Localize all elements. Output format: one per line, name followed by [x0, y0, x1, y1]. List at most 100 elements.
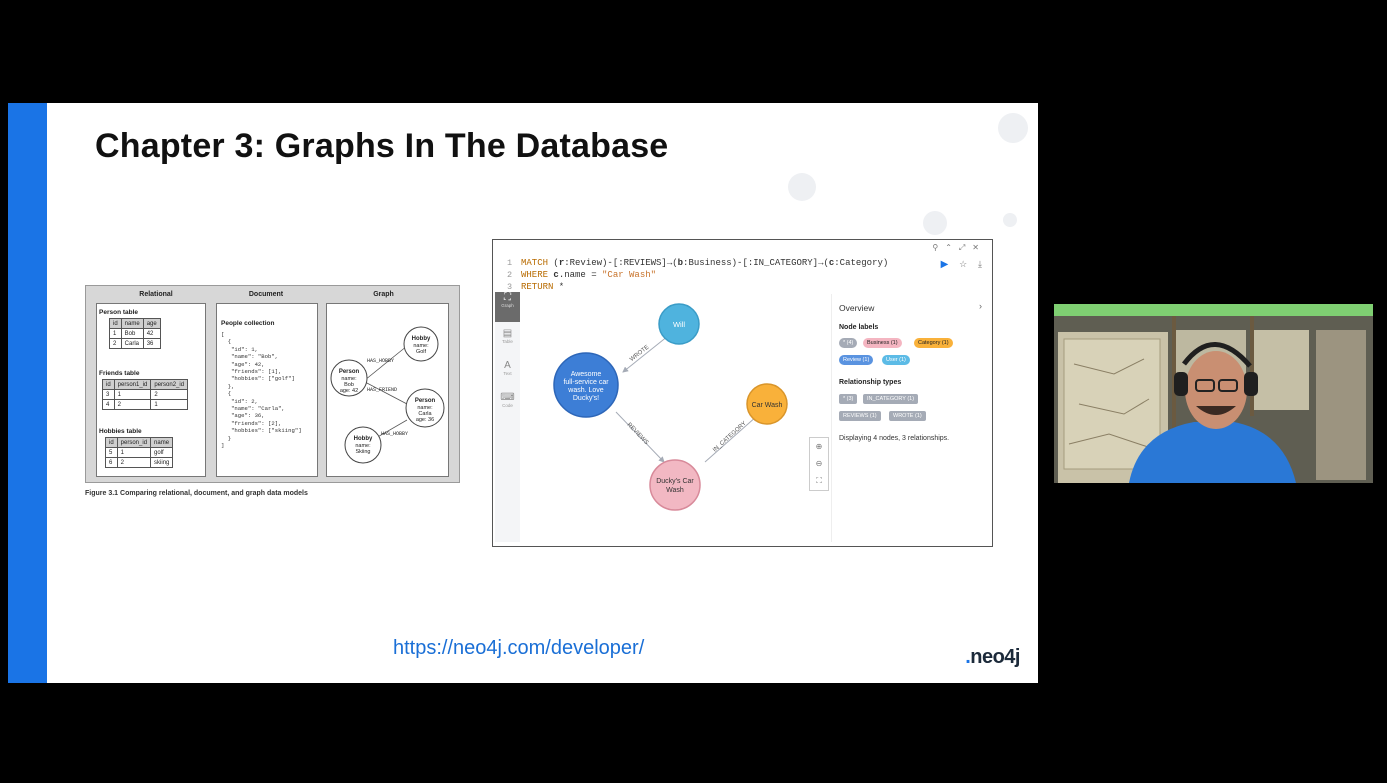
rel-type-tag[interactable]: * (3) — [839, 394, 858, 404]
overview-panel: Overview › Node labels * (4) Business (1… — [831, 294, 988, 542]
table-header: person2_id — [150, 379, 189, 390]
collapse-icon[interactable]: ⌃ — [945, 243, 959, 252]
node-label-pill[interactable]: Business (1) — [863, 338, 902, 348]
slide-accent-bar — [8, 103, 47, 683]
node-prop: Skiing — [356, 449, 371, 455]
node-label-pill[interactable]: Category (1) — [914, 338, 953, 348]
text-icon: A — [504, 360, 511, 371]
table-header: name — [150, 437, 174, 448]
edge-label: HAS_HOBBY — [367, 358, 394, 364]
table-header: name — [120, 318, 144, 329]
close-icon[interactable]: ✕ — [972, 243, 986, 252]
expand-icon[interactable]: ⤢ — [959, 243, 972, 252]
node-label-pill[interactable]: User (1) — [882, 355, 910, 365]
figure-caption: Figure 3.1 Comparing relational, documen… — [85, 490, 308, 497]
node-caption: Ducky's Car — [656, 478, 694, 485]
document-panel: People collection [ { "id": 1, "name": "… — [216, 303, 318, 477]
zoom-controls: ⊕ ⊖ ⛶ — [809, 437, 829, 491]
rel-type-tag[interactable]: WROTE (1) — [889, 411, 926, 421]
query-text: .name = — [558, 270, 603, 280]
node-prop: age: 36 — [416, 417, 434, 423]
slide-title: Chapter 3: Graphs In The Database — [95, 127, 669, 165]
edge-label: HAS_FRIEND — [367, 387, 397, 393]
download-icon[interactable]: ⤓ — [978, 259, 982, 269]
rel-type-tag[interactable]: REVIEWS (1) — [839, 411, 881, 421]
table-cell: 1 — [116, 447, 152, 458]
node-label: Hobby — [412, 336, 431, 342]
data-models-figure: Relational Document Graph Person table i… — [85, 285, 460, 483]
table-cell: golf — [150, 447, 174, 458]
sidebar-label: Code — [502, 403, 513, 408]
zoom-in-icon[interactable]: ⊕ — [810, 438, 828, 455]
node-caption: Awesome — [571, 371, 602, 378]
friends-table: id person1_id person2_id 312 421 — [102, 379, 189, 410]
hobbies-table: id person_id name 5 1 golf 6 2 skiing — [105, 437, 174, 468]
relational-panel: Person table id name age 1 Bob 42 2 Carla 36 F… — [96, 303, 206, 477]
developer-link[interactable]: https://neo4j.com/developer/ — [393, 637, 644, 660]
neo4j-browser-frame: ⚲⌃⤢✕ 1 2 3 MATCH (r:Review)-[:REVIEWS]→(… — [492, 239, 993, 547]
table-cell: 2 — [109, 338, 122, 349]
friends-table-title: Friends table — [99, 370, 140, 377]
decorative-dot — [788, 173, 816, 201]
rel-wrote[interactable] — [622, 335, 669, 373]
sidebar-graph[interactable]: ⛶ Graph — [495, 292, 520, 322]
node-label: Hobby — [354, 436, 373, 442]
relational-header: Relational — [139, 291, 173, 298]
table-cell: 5 — [105, 447, 118, 458]
query-line-3: RETURN * — [521, 282, 564, 292]
line-number: 3 — [507, 282, 513, 292]
rel-type-tag[interactable]: IN_CATEGORY (1) — [863, 394, 919, 404]
table-cell: 2 — [113, 399, 152, 410]
run-icon[interactable]: ▶ — [941, 259, 949, 270]
overview-title: Overview — [839, 303, 875, 313]
line-number: 1 — [507, 258, 513, 268]
result-graph-svg: WROTE REVIEWS IN_CATEGORY Will Awesome f… — [553, 303, 788, 511]
edge-line — [364, 381, 408, 405]
presentation-slide: Chapter 3: Graphs In The Database Relati… — [8, 103, 1038, 683]
sidebar-label: Table — [502, 339, 513, 344]
person-table-title: Person table — [99, 309, 139, 316]
chevron-right-icon[interactable]: › — [979, 301, 982, 311]
decorative-dot — [923, 211, 947, 235]
node-caption: Will — [673, 320, 685, 329]
graph-visualization[interactable]: WROTE REVIEWS IN_CATEGORY Will Awesome f… — [521, 292, 829, 542]
node-label: Person — [415, 398, 436, 404]
node-label-pill[interactable]: * (4) — [839, 338, 858, 348]
node-labels-heading: Node labels — [839, 324, 879, 331]
node-label-pill[interactable]: Review (1) — [839, 355, 874, 365]
zoom-out-icon[interactable]: ⊖ — [810, 455, 828, 472]
graph-model-diagram: Person name: Bob age: 42 Hobby name: Gol… — [330, 326, 445, 464]
table-header: age — [142, 318, 161, 329]
table-cell: Carla — [120, 338, 144, 349]
line-number: 2 — [507, 270, 513, 280]
cypher-query-editor[interactable]: 1 2 3 MATCH (r:Review)-[:REVIEWS]→(b:Bus… — [495, 250, 941, 292]
query-line-2: WHERE c.name = "Car Wash" — [521, 270, 656, 280]
fit-icon[interactable]: ⛶ — [810, 472, 828, 489]
result-view-sidebar: ⛶ Graph ▤ Table A Text ⌨ Code — [495, 292, 520, 542]
neo4j-logo: .neo4j — [965, 646, 1020, 668]
query-text: :Business)-[:IN_CATEGORY]→( — [683, 258, 829, 268]
query-text: * — [553, 282, 565, 292]
sidebar-table[interactable]: ▤ Table — [495, 328, 520, 358]
people-collection-title: People collection — [221, 320, 275, 327]
node-prop: age: 42 — [340, 388, 358, 394]
editor-actions: ▶ ☆ ⤓ — [941, 259, 982, 270]
document-json: [ { "id": 1, "name": "Bob", "age": 42, "… — [221, 331, 302, 450]
query-line-1: MATCH (r:Review)-[:REVIEWS]→(b:Business)… — [521, 258, 888, 268]
table-cell: skiing — [150, 457, 174, 468]
node-label: Person — [339, 369, 360, 375]
code-icon: ⌨ — [500, 392, 515, 403]
rel-label: REVIEWS — [626, 422, 650, 446]
sidebar-label: Graph — [501, 303, 514, 308]
rel-label: WROTE — [629, 344, 650, 362]
sidebar-code[interactable]: ⌨ Code — [495, 392, 520, 422]
graph-header: Graph — [373, 291, 394, 298]
star-icon[interactable]: ☆ — [959, 259, 967, 269]
table-cell: 4 — [102, 399, 115, 410]
query-text: :Category) — [834, 258, 889, 268]
node-prop: Golf — [416, 349, 427, 355]
node-business[interactable] — [649, 459, 701, 511]
table-icon: ▤ — [502, 328, 513, 339]
node-caption: full-service car — [563, 379, 609, 386]
sidebar-text[interactable]: A Text — [495, 360, 520, 390]
